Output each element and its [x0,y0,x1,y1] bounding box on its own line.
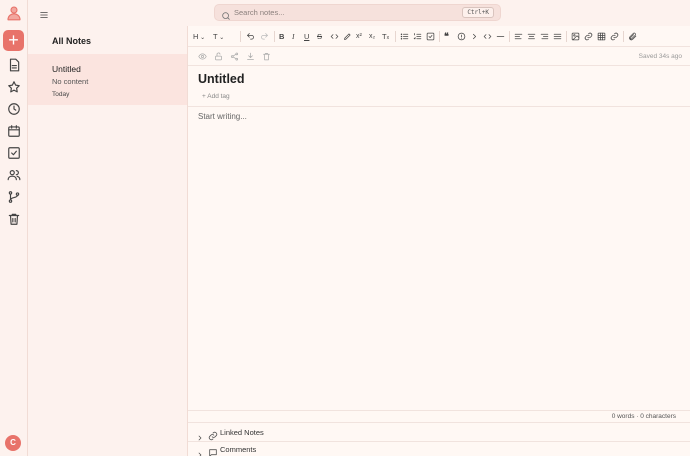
toolbar-divider [566,31,567,42]
unlock-icon[interactable] [214,52,223,61]
bullet-list-icon[interactable] [400,31,409,42]
star-icon[interactable] [7,80,21,94]
eye-icon[interactable] [198,52,207,61]
saved-status: Saved 34s ago [638,53,682,60]
underline-icon[interactable]: U [304,31,309,42]
trash-icon[interactable] [7,212,21,226]
clock-icon[interactable] [7,102,21,116]
user-avatar[interactable]: C [5,435,21,451]
search-bar[interactable]: Ctrl+K [214,4,501,21]
add-tag-button[interactable]: + Add tag [202,93,230,100]
code-block-icon[interactable] [483,31,492,42]
toolbar-divider [439,31,440,42]
bold-icon[interactable]: B [279,31,284,42]
italic-icon[interactable]: I [292,31,295,42]
new-note-button[interactable]: + [3,30,24,51]
notes-list-title: All Notes [52,36,92,46]
toolbar-divider [274,31,275,42]
highlight-icon[interactable] [343,31,352,42]
heading-dropdown[interactable]: H ⌄ [193,31,205,42]
calendar-icon[interactable] [7,124,21,138]
superscript-icon[interactable]: x² [356,31,362,42]
redo-icon[interactable] [260,31,269,42]
left-rail: + C [0,0,28,456]
download-icon[interactable] [246,52,255,61]
checklist-icon[interactable] [426,31,435,42]
note-body-editor[interactable]: Start writing... [198,112,247,121]
link-icon [208,428,218,441]
trash-icon[interactable] [262,52,271,61]
share-icon[interactable] [230,52,239,61]
title-divider [188,106,690,107]
comment-icon [208,445,218,456]
paperclip-icon[interactable] [628,31,637,42]
image-icon[interactable] [571,31,580,42]
users-icon[interactable] [7,168,21,182]
note-item-title: Untitled [52,64,81,74]
note-list-item[interactable]: Untitled No content Today [28,54,187,105]
embed-icon[interactable] [584,31,593,42]
toolbar-divider [395,31,396,42]
search-icon [221,8,231,20]
clear-format-icon[interactable]: Tx [382,31,389,42]
chevron-right-icon[interactable] [470,31,479,42]
quote-icon[interactable]: ❝ [444,31,449,42]
menu-icon[interactable] [39,7,49,18]
font-dropdown[interactable]: T ⌄ [213,31,224,42]
align-center-icon[interactable] [527,31,536,42]
chevron-right-icon [196,429,204,441]
comments-label: Comments [220,445,257,454]
linked-notes-label: Linked Notes [220,428,264,437]
task-check-icon[interactable] [7,146,21,160]
note-item-date: Today [52,91,70,98]
info-callout-icon[interactable] [457,31,466,42]
link-icon[interactable] [610,31,619,42]
top-bar: Ctrl+K [28,0,690,26]
code-icon[interactable] [330,31,339,42]
subscript-icon[interactable]: x₂ [369,31,375,42]
strikethrough-icon[interactable]: S [317,31,322,42]
toolbar-divider [240,31,241,42]
chevron-right-icon [196,446,204,456]
word-count-bar: 0 words · 0 characters [188,410,690,423]
linked-notes-panel[interactable]: Linked Notes [188,424,690,442]
note-item-preview: No content [52,77,89,86]
app-logo-icon [5,4,23,22]
align-justify-icon[interactable] [553,31,562,42]
editor-pane: H ⌄ T ⌄ B I U S x² x₂ Tx ❝ Saved 34s ago… [188,26,690,456]
git-branch-icon[interactable] [7,190,21,204]
align-right-icon[interactable] [540,31,549,42]
notes-nav-icon[interactable] [7,58,21,72]
search-input[interactable] [234,6,454,19]
chevron-down-icon: ⌄ [198,35,206,41]
notes-list-panel: All Notes Untitled No content Today [28,26,188,456]
search-shortcut-badge: Ctrl+K [462,7,494,18]
format-toolbar: H ⌄ T ⌄ B I U S x² x₂ Tx ❝ [188,26,690,47]
toolbar-divider [623,31,624,42]
chevron-down-icon: ⌄ [217,35,225,41]
app-window: + C Ctrl+K All Notes Untitled No content… [0,0,690,456]
ordered-list-icon[interactable] [413,31,422,42]
toolbar-divider [509,31,510,42]
undo-icon[interactable] [246,31,255,42]
align-left-icon[interactable] [514,31,523,42]
note-title[interactable]: Untitled [198,72,245,86]
comments-panel[interactable]: Comments [188,441,690,456]
horizontal-rule-icon[interactable] [496,31,505,42]
table-icon[interactable] [597,31,606,42]
note-action-bar: Saved 34s ago [188,47,690,66]
word-count: 0 words · 0 characters [611,413,676,420]
plus-icon: + [8,30,19,50]
